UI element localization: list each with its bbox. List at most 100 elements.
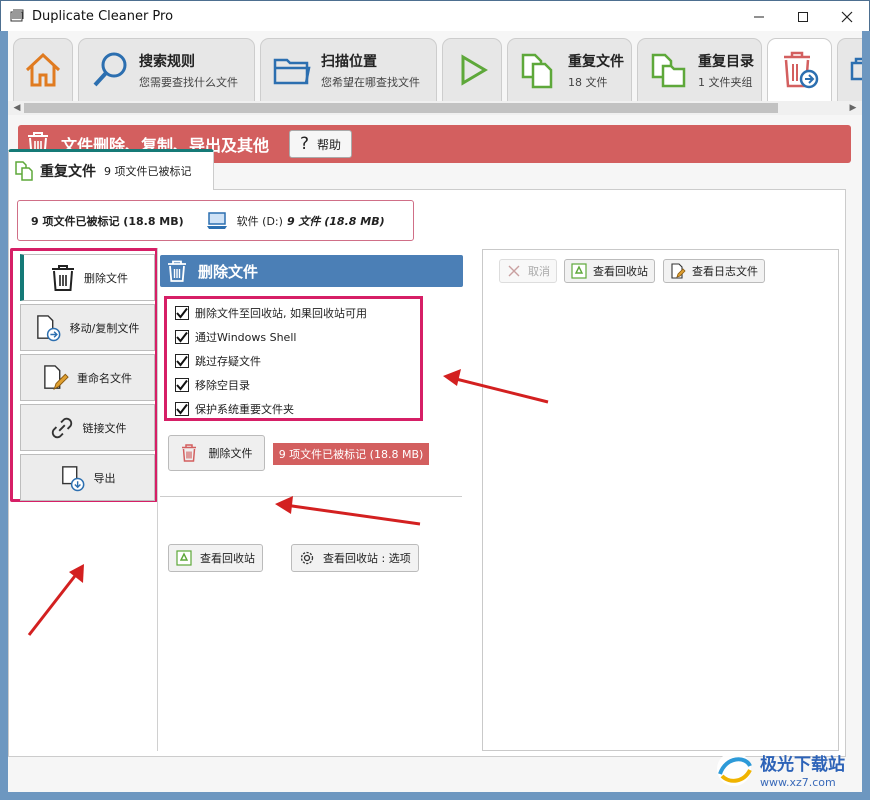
drive-label: 软件 (D:) (236, 214, 283, 228)
nav-rename-label: 重命名文件 (77, 371, 132, 385)
cancel-label: 取消 (528, 265, 550, 278)
app-logo-icon (10, 9, 24, 22)
move-file-icon (36, 313, 62, 343)
tab-duplicate-files[interactable]: 重复文件 18 文件 (507, 38, 632, 101)
close-icon (506, 263, 522, 279)
option-remove-empty-dirs[interactable]: 移除空目录 (175, 377, 250, 393)
tab-scan-location-sub: 您希望在哪查找文件 (321, 75, 420, 89)
help-button[interactable]: ? 帮助 (289, 130, 353, 158)
recycle-icon (176, 550, 192, 566)
nav-delete-files-label: 删除文件 (84, 271, 128, 285)
overflow-tab-icon (844, 47, 862, 93)
checkbox-windows-shell[interactable] (175, 330, 189, 344)
nav-rename-files[interactable]: 重命名文件 (20, 354, 155, 401)
nav-link-files[interactable]: 链接文件 (20, 404, 155, 451)
nav-move-copy-files[interactable]: 移动/复制文件 (20, 304, 155, 351)
checkbox-recycle-bin[interactable] (175, 306, 189, 320)
option-protect-system[interactable]: 保护系统重要文件夹 (175, 401, 294, 417)
marked-badge: 9 项文件已被标记 (18.8 MB) (273, 443, 429, 465)
option-label: 删除文件至回收站, 如果回收站可用 (195, 307, 367, 320)
minimize-icon (754, 16, 764, 17)
option-windows-shell[interactable]: 通过Windows Shell (175, 329, 296, 345)
scroll-right-icon[interactable]: ▶ (846, 101, 860, 115)
title-bar: Duplicate Cleaner Pro (0, 0, 870, 31)
tab-duplicate-files-title: 重复文件 (568, 53, 624, 70)
watermark-logo-icon (717, 752, 752, 786)
tab-home[interactable] (13, 38, 73, 101)
tab-duplicate-files-sub: 18 文件 (568, 75, 608, 89)
log-file-icon (670, 263, 686, 279)
scrollbar-thumb[interactable] (24, 103, 778, 113)
folder-icon (269, 47, 315, 93)
tab-more[interactable] (837, 38, 862, 101)
duplicate-files-icon (516, 47, 562, 93)
tab-search-rules-sub: 您需要查找什么文件 (139, 75, 238, 89)
ribbon-tabs: 搜索规则 您需要查找什么文件 扫描位置 您希望在哪查找文件 重复文件 18 文件… (8, 31, 862, 101)
watermark-url: www.xz7.com (760, 775, 836, 789)
checkbox-protect-system[interactable] (175, 402, 189, 416)
drive-icon (206, 211, 227, 229)
rename-file-icon (43, 363, 69, 393)
trash-icon (50, 263, 76, 293)
recycle-options-button[interactable]: 查看回收站 : 选项 (291, 544, 419, 572)
file-tab-subtitle: 9 项文件已被标记 (104, 165, 192, 178)
divider (160, 496, 462, 497)
checkmark-icon (176, 331, 188, 343)
help-label: 帮助 (317, 137, 342, 152)
scroll-left-icon[interactable]: ◀ (10, 101, 24, 115)
option-skip-suspicious[interactable]: 跳过存疑文件 (175, 353, 261, 369)
nav-link-label: 链接文件 (82, 421, 127, 435)
export-icon (60, 463, 86, 493)
tab-duplicate-files-results[interactable]: 重复文件 9 项文件已被标记 (8, 149, 214, 190)
option-label: 通过Windows Shell (195, 331, 297, 344)
tab-scan-location[interactable]: 扫描位置 您希望在哪查找文件 (260, 38, 437, 101)
operations-nav: 删除文件 移动/复制文件 重命名文件 链接文件 导出 (10, 248, 158, 502)
view-recycle-label: 查看回收站 (200, 552, 255, 565)
view-recycle-bin-button[interactable]: 查看回收站 (168, 544, 263, 572)
nav-export-label: 导出 (93, 471, 116, 485)
nav-delete-files[interactable]: 删除文件 (20, 254, 155, 301)
delete-files-label: 删除文件 (208, 447, 253, 460)
option-recycle-bin[interactable]: 删除文件至回收站, 如果回收站可用 (175, 305, 367, 321)
file-tab-title: 重复文件 (40, 164, 96, 180)
view-recycle-bin-right-button[interactable]: 查看回收站 (564, 259, 655, 283)
nav-export[interactable]: 导出 (20, 454, 155, 501)
drive-files: 9 文件 (18.8 MB) (286, 214, 385, 228)
checkmark-icon (176, 403, 188, 415)
tab-duplicate-folders-sub: 1 文件夹组 (698, 75, 753, 89)
search-icon (87, 47, 133, 93)
question-icon: ? (299, 134, 310, 154)
log-panel (482, 249, 839, 751)
minimize-button[interactable] (737, 1, 781, 32)
trash-icon (168, 260, 186, 282)
checkbox-remove-empty-dirs[interactable] (175, 378, 189, 392)
option-label: 跳过存疑文件 (195, 355, 261, 368)
delete-files-button[interactable]: 删除文件 (168, 435, 265, 471)
maximize-button[interactable] (781, 1, 825, 32)
view-log-button[interactable]: 查看日志文件 (663, 259, 765, 283)
tab-duplicate-folders[interactable]: 重复目录 1 文件夹组 (637, 38, 762, 101)
cancel-button[interactable]: 取消 (499, 259, 557, 283)
tab-duplicate-folders-title: 重复目录 (698, 53, 754, 70)
trash-arrow-icon (776, 47, 822, 93)
play-icon (450, 47, 496, 93)
link-icon (49, 413, 75, 443)
close-button[interactable] (825, 1, 869, 32)
checkbox-skip-suspicious[interactable] (175, 354, 189, 368)
ribbon-scrollbar[interactable]: ◀ ▶ (8, 101, 862, 115)
tab-start-scan[interactable] (442, 38, 502, 101)
nav-move-copy-label: 移动/复制文件 (69, 321, 140, 335)
tab-search-rules[interactable]: 搜索规则 您需要查找什么文件 (78, 38, 255, 101)
duplicate-folders-icon (646, 47, 692, 93)
delete-panel-header: 删除文件 (160, 255, 463, 287)
tab-file-operations[interactable] (767, 38, 832, 101)
close-icon (841, 11, 853, 22)
delete-panel-title: 删除文件 (198, 262, 259, 281)
window-title: Duplicate Cleaner Pro (32, 8, 174, 24)
checkmark-icon (176, 307, 188, 319)
trash-icon (181, 444, 196, 462)
view-recycle-right-label: 查看回收站 (593, 265, 648, 278)
gear-icon (299, 550, 315, 566)
recycle-icon (571, 263, 587, 279)
option-label: 移除空目录 (195, 379, 250, 392)
